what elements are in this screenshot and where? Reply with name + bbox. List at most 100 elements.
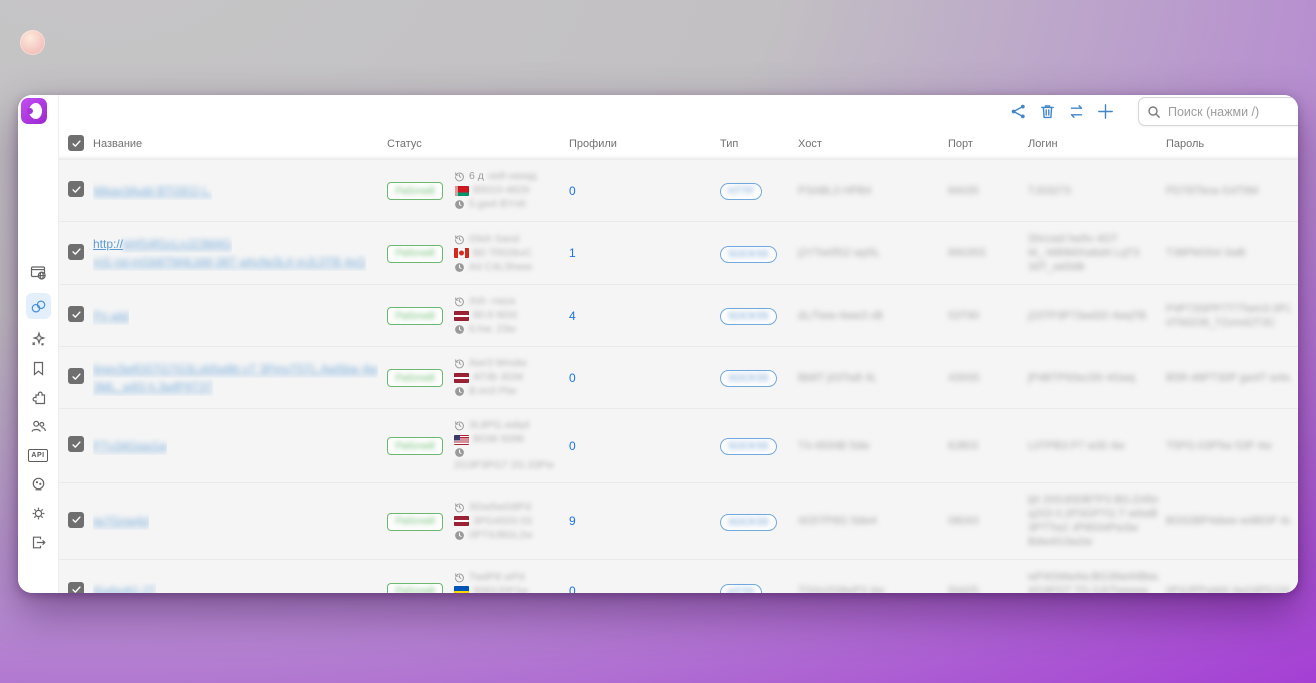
row-checkbox[interactable]: [68, 512, 84, 528]
clock-icon: [454, 386, 465, 397]
header-profiles: Профили: [569, 138, 720, 150]
row-checkbox[interactable]: [68, 436, 84, 452]
transfer-button[interactable]: [1068, 103, 1085, 120]
sidebar-item-api[interactable]: API: [26, 447, 51, 464]
search-icon: [1147, 105, 1161, 124]
row-checkbox[interactable]: [68, 306, 84, 322]
country-flag-icon-lv: [454, 516, 469, 526]
proxy-name-link[interactable]: mS nd-mGb8TM4LbM-38T whcfw3L4 mJL0TB 4xG: [93, 253, 366, 271]
status-text-redacted: Рабочий: [395, 186, 434, 197]
proxy-name-link[interactable]: Wkav3Aubl BTGEO L.: [93, 182, 212, 200]
puzzle-icon: [30, 389, 47, 406]
add-button[interactable]: [1097, 103, 1114, 120]
table-row[interactable]: tjrwv3wfG5TG7G3Lvb5w8tr.vT 3PmvT5TL Aw5b…: [59, 347, 1298, 409]
password-cell: B5R-48PT30P gw4T w4w: [1166, 371, 1298, 385]
profiles-count-link[interactable]: 0: [569, 439, 576, 453]
type-cell: SOCKS5: [720, 512, 798, 531]
proxy-name-link[interactable]: jw7Gnw4d: [93, 512, 149, 530]
row-checkbox[interactable]: [68, 582, 84, 593]
sidebar-item-logout[interactable]: [26, 534, 51, 551]
sidebar-item-extensions[interactable]: [26, 389, 51, 406]
proxy-name-link[interactable]: 3ML_w93 h.3wfP9T3T: [93, 378, 213, 396]
sidebar-item-team[interactable]: [26, 418, 51, 435]
table-row[interactable]: PTv34Gsw1w Рабочий 3L8PG.wdq4B038 50982G…: [59, 409, 1298, 483]
host-cell: 4G5TP8G 5dw4: [798, 514, 948, 528]
sidebar-item-settings[interactable]: [26, 505, 51, 522]
login-value-redacted: 4G3PGT TG 0J0Twwww: [1028, 584, 1158, 593]
status-cell: Рабочий: [387, 581, 454, 593]
proxy-name-link[interactable]: tjrwv3wfG5TG7G3Lvb5w8tr.vT 3PmvT5TL Aw5b…: [93, 360, 378, 378]
status-text-redacted: Рабочий: [395, 248, 434, 259]
status-info-cell: 4sh -naza80.6 M2d6.hw. 23w: [454, 295, 569, 336]
status-cell: Рабочий: [387, 181, 454, 201]
status-info-cell: 6 дней назад80010-48295.gw4 BYnK: [454, 170, 569, 211]
checked-line: [454, 447, 561, 458]
table-row[interactable]: jw7Gnw4d Рабочий 3Gw5wG8Pd3PG4503 030PT4…: [59, 483, 1298, 560]
select-all-checkbox[interactable]: [68, 135, 84, 151]
proxy-name-cell: http://bhfS4fGcLnJ23M4G mS nd-mGb8TM4LbM-…: [93, 235, 387, 271]
header-status: Статус: [387, 138, 454, 150]
profiles-count-link[interactable]: 4: [569, 309, 576, 323]
updated-line: 4sh -naza: [454, 295, 561, 308]
sidebar-item-fingerprint[interactable]: [26, 476, 51, 493]
type-cell: SOCKS5: [720, 436, 798, 455]
history-icon: [454, 234, 465, 245]
table-row[interactable]: Pn wld Рабочий 4sh -naza80.6 M2d6.hw. 23…: [59, 285, 1298, 347]
history-icon: [454, 358, 465, 369]
name-redacted-part: mS nd-mGb8TM4LbM-38T whcfw3L4 mJL0TB 4xG: [93, 255, 366, 269]
ip-redacted: 80010-4829: [473, 184, 529, 197]
login-value-redacted: TJ03273: [1028, 184, 1158, 198]
sidebar-item-browser-profiles[interactable]: [26, 264, 51, 281]
crystal-ball-icon: [30, 476, 47, 493]
table-row[interactable]: http://bhfS4fGcLnJ23M4G mS nd-mGb8TM4LbM-…: [59, 222, 1298, 285]
sidebar-item-automation[interactable]: [26, 331, 51, 348]
geo-line: B0 TR02kvC: [454, 247, 561, 260]
share-button[interactable]: [1010, 103, 1027, 120]
profiles-cell: 4: [569, 307, 720, 325]
geo-line: 9083J0P2w: [454, 585, 561, 594]
sidebar-item-bookmarks[interactable]: [26, 360, 51, 377]
profiles-count-link[interactable]: 9: [569, 514, 576, 528]
profiles-count-link[interactable]: 0: [569, 371, 576, 385]
clock-icon: [454, 262, 465, 273]
profiles-count-link[interactable]: 0: [569, 584, 576, 593]
password-value-redacted: PD78Tbna G4T9M: [1166, 184, 1290, 198]
clock-icon: [454, 530, 465, 541]
profiles-count-link[interactable]: 1: [569, 246, 576, 260]
password-cell: T38PM3S4 0wB: [1166, 246, 1298, 260]
clock-icon: [454, 447, 465, 458]
name-redacted-part: bhfS4fGcLnJ23M4G: [123, 237, 232, 251]
proxy-name-link[interactable]: Pn wld: [93, 307, 129, 325]
plus-icon: [1097, 103, 1114, 120]
host-cell: PSABL3 HPB4: [798, 184, 948, 198]
row-checkbox[interactable]: [68, 181, 84, 197]
checked-line: 5.gw4 BYnK: [454, 198, 561, 211]
proxy-name-cell: Wkav3Aubl BTGEO L.: [93, 182, 387, 200]
sidebar-item-proxies[interactable]: [26, 293, 51, 319]
checked-extra-redacted: 2G3P3PG7 2G.33Pw: [454, 459, 561, 472]
host-cell: Bb8T j03Tw8 4L: [798, 371, 948, 385]
password-value-redacted: P4P73SPP7T7Twm3 0P2 2LwB: [1166, 302, 1290, 316]
status-text-redacted: Рабочий: [395, 441, 434, 452]
proxy-name-link[interactable]: j5wfw4G.2T: [93, 582, 156, 593]
checked-redacted: 5.gw4 BYnK: [469, 198, 527, 211]
search-input[interactable]: [1138, 97, 1298, 126]
profiles-count-link[interactable]: 0: [569, 184, 576, 198]
sidebar: API: [18, 95, 59, 593]
login-cell: TJ03273: [1028, 184, 1166, 198]
password-cell: 0P4JPPwM4 4w24P5JJ4M: [1166, 584, 1298, 593]
table-row[interactable]: Wkav3Aubl BTGEO L. Рабочий 6 дней назад8…: [59, 160, 1298, 222]
updated-line: 6 дней назад: [454, 170, 561, 183]
app-logo-icon[interactable]: [21, 98, 47, 124]
port-value-redacted: 8J803: [948, 439, 1020, 453]
table-row[interactable]: j5wfw4G.2T Рабочий TwdP8 wPd9083J0P2w03T…: [59, 560, 1298, 593]
row-checkbox[interactable]: [68, 244, 84, 260]
proxy-name-link[interactable]: PTv34Gsw1w: [93, 437, 167, 455]
proxy-name-link[interactable]: http://bhfS4fGcLnJ23M4G: [93, 235, 232, 253]
gear-icon: [30, 505, 47, 522]
delete-button[interactable]: [1039, 103, 1056, 120]
host-value-redacted: T4-4934B 5dw: [798, 439, 940, 453]
row-checkbox[interactable]: [68, 368, 84, 384]
password-value-redacted: T5PG-03P5w 53P 4w: [1166, 439, 1290, 453]
status-badge: Рабочий: [387, 583, 443, 593]
